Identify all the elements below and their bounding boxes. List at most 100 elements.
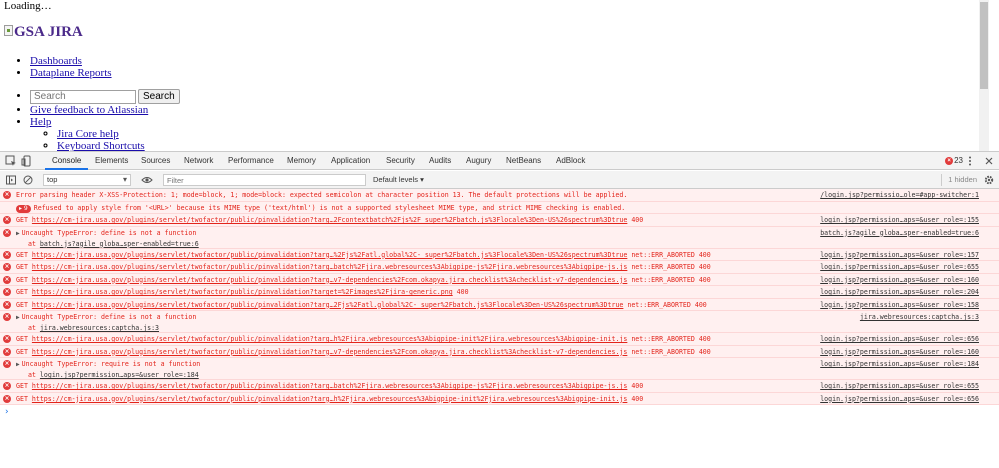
console-message: × GET https://cm-jira.usa.gov/plugins/ser…	[0, 248, 999, 261]
tab-network[interactable]: Network	[184, 152, 213, 170]
request-url-link[interactable]: https://cm-jira.usa.gov/plugins/servlet/…	[32, 216, 627, 224]
more-options-icon[interactable]	[964, 155, 976, 167]
source-link[interactable]: login.jsp?permission…aps=&user_role=:656	[820, 393, 979, 405]
expand-triangle-icon[interactable]: ▶	[16, 229, 20, 239]
console-prompt[interactable]: ›	[0, 405, 999, 419]
error-icon: ×	[3, 216, 11, 224]
tab-adblock[interactable]: AdBlock	[556, 152, 585, 170]
source-link[interactable]: login.jsp?permission…aps=&user_role=:160	[820, 274, 979, 286]
request-status: 400	[627, 216, 644, 224]
feedback-link[interactable]: Give feedback to Atlassian	[30, 104, 148, 116]
request-status: net::ERR_ABORTED 400	[623, 300, 707, 309]
filter-input[interactable]	[163, 174, 366, 186]
context-select[interactable]: top	[43, 174, 131, 186]
source-link[interactable]: /login.jsp?permissio…ole=#app-switcher:1	[820, 189, 979, 201]
source-link[interactable]: login.jsp?permission…aps=&user_role=:184	[820, 359, 979, 369]
logo[interactable]: GSA JIRA	[4, 24, 83, 41]
tab-security[interactable]: Security	[386, 152, 415, 170]
main-nav: Dashboards Dataplane Reports	[0, 55, 112, 79]
request-status: net::ERR_ABORTED 400	[627, 335, 711, 343]
request-url-link[interactable]: https://cm-jira.usa.gov/plugins/servlet/…	[32, 263, 627, 271]
error-icon: ×	[3, 228, 11, 237]
tab-application[interactable]: Application	[331, 152, 370, 170]
eye-icon[interactable]	[141, 174, 153, 186]
source-link[interactable]: login.jsp?permission…aps=&user_role=:656	[820, 333, 979, 345]
exception-text: Uncaught TypeError: define is not a func…	[21, 313, 197, 321]
group-text: Refused to apply style from '<URL>' beca…	[33, 203, 626, 212]
console-message: × GET https://cm-jira.usa.gov/plugins/ser…	[0, 273, 999, 286]
error-icon: ×	[3, 394, 11, 403]
device-toolbar-icon[interactable]	[21, 155, 33, 167]
error-icon: ×	[3, 335, 11, 343]
request-url-link[interactable]: https://cm-jira.usa.gov/plugins/servlet/…	[32, 288, 453, 296]
request-status: 400	[627, 394, 644, 403]
inspect-element-icon[interactable]	[5, 155, 17, 167]
log-levels-dropdown[interactable]: Default levels ▾	[373, 174, 424, 186]
tab-netbeans[interactable]: NetBeans	[506, 152, 541, 170]
error-icon: ×	[3, 191, 11, 199]
console-message: × Error parsing header X-XSS-Protection: …	[0, 189, 999, 202]
request-url-link[interactable]: https://cm-jira.usa.gov/plugins/servlet/…	[32, 382, 627, 390]
error-icon: ×	[3, 313, 11, 321]
stack-location-link[interactable]: jira.webresources:captcha.js:3	[40, 324, 159, 332]
source-link[interactable]: login.jsp?permission…aps=&user_role=:157	[820, 249, 979, 261]
source-link[interactable]: batch.js?agile_globa…sper-enabled=true:6	[820, 228, 979, 238]
request-url-link[interactable]: https://cm-jira.usa.gov/plugins/servlet/…	[32, 276, 627, 284]
search-input[interactable]	[30, 89, 136, 104]
message-text: ▸ 9 Refused to apply style from '<URL>' b…	[16, 202, 999, 214]
page-scrollbar-thumb[interactable]	[980, 2, 988, 89]
console-message: × ▶ Uncaught TypeError: define is not a fu…	[0, 226, 999, 249]
source-link[interactable]: login.jsp?permission…aps=&user_role=:655	[820, 261, 979, 273]
console-message: × GET https://cm-jira.usa.gov/plugins/ser…	[0, 214, 999, 227]
stack-location-link[interactable]: batch.js?agile_globa…sper-enabled=true:6	[40, 240, 199, 248]
loading-text: Loading…	[4, 0, 52, 12]
expand-triangle-icon[interactable]: ▶	[16, 313, 20, 323]
sidebar-toggle-icon[interactable]	[5, 174, 17, 186]
console-output: × Error parsing header X-XSS-Protection: …	[0, 189, 999, 468]
help-link[interactable]: Help	[30, 116, 51, 128]
source-link[interactable]: login.jsp?permission…aps=&user_role=:655	[820, 380, 979, 392]
devtools-tabbar: Console Elements Sources Network Perform…	[0, 152, 999, 170]
http-method: GET	[16, 300, 32, 309]
source-link[interactable]: login.jsp?permission…aps=&user_role=:155	[820, 214, 979, 226]
source-link[interactable]: jira.webresources:captcha.js:3	[860, 312, 979, 322]
stack-location-link[interactable]: login.jsp?permission…aps=&user_role=:184	[40, 371, 199, 379]
source-link[interactable]: login.jsp?permission…aps=&user_role=:160	[820, 346, 979, 358]
page-content: Loading… GSA JIRA Dashboards Dataplane R…	[0, 0, 989, 151]
tab-sources[interactable]: Sources	[141, 152, 170, 170]
error-icon: ×	[3, 347, 11, 356]
tab-augury[interactable]: Augury	[466, 152, 491, 170]
console-message: × GET https://cm-jira.usa.gov/plugins/ser…	[0, 298, 999, 311]
search-button[interactable]: Search	[138, 89, 180, 104]
tab-elements[interactable]: Elements	[95, 152, 128, 170]
http-method: GET	[16, 347, 32, 356]
group-count-badge[interactable]: ▸ 9	[16, 204, 31, 213]
tab-performance[interactable]: Performance	[228, 152, 274, 170]
tab-console[interactable]: Console	[45, 152, 89, 170]
search-row: Search	[30, 89, 180, 104]
page-scrollbar[interactable]	[979, 0, 989, 151]
request-url-link[interactable]: https://cm-jira.usa.gov/plugins/servlet/…	[32, 335, 627, 343]
clear-console-icon[interactable]	[22, 174, 34, 186]
devtools-panel: Console Elements Sources Network Perform…	[0, 151, 999, 467]
request-url-link[interactable]: https://cm-jira.usa.gov/plugins/servlet/…	[32, 395, 627, 403]
error-counter[interactable]: × 23	[945, 156, 963, 165]
console-message: × GET https://cm-jira.usa.gov/plugins/ser…	[0, 380, 999, 393]
source-link[interactable]: login.jsp?permission…aps=&user_role=:204	[820, 286, 979, 298]
request-url-link[interactable]: https://cm-jira.usa.gov/plugins/servlet/…	[32, 301, 624, 309]
settings-gear-icon[interactable]	[983, 174, 995, 186]
close-icon[interactable]	[983, 155, 995, 167]
keyboard-shortcuts-link[interactable]: Keyboard Shortcuts	[57, 140, 145, 151]
nav-dataplane-reports-link[interactable]: Dataplane Reports	[30, 67, 112, 79]
tab-audits[interactable]: Audits	[429, 152, 451, 170]
source-link[interactable]: login.jsp?permission…aps=&user_role=:158	[820, 299, 979, 311]
jira-core-help-link[interactable]: Jira Core help	[57, 128, 119, 140]
error-icon: ×	[3, 382, 11, 390]
expand-triangle-icon[interactable]: ▶	[16, 360, 20, 370]
request-url-link[interactable]: https://cm-jira.usa.gov/plugins/servlet/…	[32, 251, 627, 259]
request-url-link[interactable]: https://cm-jira.usa.gov/plugins/servlet/…	[32, 348, 627, 356]
tab-memory[interactable]: Memory	[287, 152, 316, 170]
stack-at: at	[28, 239, 40, 248]
nav-dashboards-link[interactable]: Dashboards	[30, 55, 82, 67]
http-method: GET	[16, 275, 32, 284]
